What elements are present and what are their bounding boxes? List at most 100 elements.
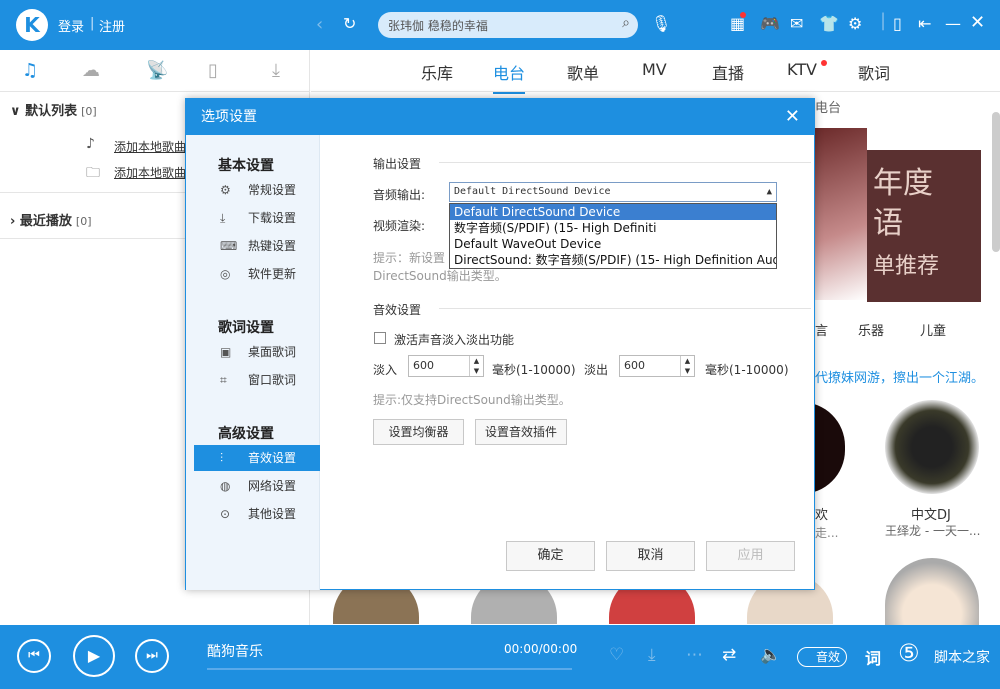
fade-in-spinbox[interactable]: 600 ▲ ▼ [408,355,484,377]
progress-bar[interactable] [207,668,572,670]
download-icon[interactable]: ⤓ [272,60,280,81]
refresh-icon[interactable]: ↻ [343,14,356,33]
sound-effect-button[interactable]: 音效 [797,647,847,667]
search-icon[interactable]: ⌕ [622,15,630,31]
cancel-button[interactable]: 取消 [606,541,695,571]
time-display: 00:00/00:00 [504,642,578,656]
download-icon: ⤓ [220,211,226,225]
category-tag-children[interactable]: 儿童 [920,320,946,339]
chevron-down-icon: ∨ [10,104,21,119]
fade-out-spinbox[interactable]: 600 ▲ ▼ [619,355,695,377]
music-note-icon[interactable]: ♫ [22,60,38,81]
settings-icon[interactable]: ⚙ [848,14,862,33]
dropdown-option[interactable]: Default DirectSound Device [450,204,776,220]
effect-plugin-button[interactable]: 设置音效插件 [475,419,567,445]
mail-icon[interactable]: ✉ [790,14,803,33]
video-render-label: 视频渲染: [373,219,426,233]
radio-cover-chinese-dj[interactable] [885,400,979,494]
settings-content: 输出设置 音频输出: Default DirectSound Device ▲ … [321,135,815,590]
sidebar-item-hotkey[interactable]: ⌨ 热键设置 [194,233,320,259]
group-basic-settings: 基本设置 [218,158,274,174]
audio-output-dropdown-list[interactable]: Default DirectSound Device 数字音频(S/PDIF) … [449,203,777,269]
sidebar-item-sound-effect[interactable]: ⫶ 音效设置 [194,445,320,471]
output-section-title: 输出设置 [373,157,422,171]
category-tag-instrument[interactable]: 乐器 [858,320,884,339]
kugou-logo-icon[interactable]: K [16,9,48,41]
tab-library[interactable]: 乐库 [421,60,453,84]
settings-sidebar: 基本设置 ⚙ 常规设置 ⤓ 下载设置 ⌨ 热键设置 ◎ 软件更新 歌词设置 ▣ 桌面歌词 … [186,135,320,590]
radio-icon[interactable]: 📡 [146,60,168,81]
category-tag-partial[interactable]: 言 [815,320,828,339]
sidebar-item-other[interactable]: ⊙ 其他设置 [194,501,320,527]
group-lyrics-settings: 歌词设置 [218,320,274,336]
mini-mode-icon[interactable]: ▯ [893,14,902,33]
search-input[interactable]: 张玮伽 稳稳的幸福 [388,17,488,34]
left-tabs: ♫ ☁ 📡 ▯ ⤓ [0,50,309,92]
next-icon[interactable]: ⏭ [135,639,169,673]
minimize-icon[interactable]: — [945,14,961,33]
tab-ktv[interactable]: KTV [787,60,817,79]
watermark-logo-icon: ⑤ [898,639,920,667]
heart-icon[interactable]: ♡ [609,645,624,665]
register-link[interactable]: 注册 [99,16,125,35]
login-link[interactable]: 登录 [58,16,84,35]
banner-image-2[interactable]: 年度语单推荐 [867,150,981,302]
equalizer-button[interactable]: 设置均衡器 [373,419,464,445]
dropdown-option[interactable]: 数字音频(S/PDIF) (15- High Definiti [450,220,776,236]
add-local-folder-link[interactable]: 添加本地歌曲 [114,164,186,181]
download-icon[interactable]: ⤓ [648,645,656,665]
tab-lyrics[interactable]: 歌词 [858,60,890,84]
player-bar: ⏮ ▶ ⏭ 酷狗音乐 00:00/00:00 ♡ ⤓ ⋯ ⇄ 🔈 音效 词 ⑤ … [0,625,1000,689]
options-dialog: 选项设置 ✕ 基本设置 ⚙ 常规设置 ⤓ 下载设置 ⌨ 热键设置 ◎ 软件更新 歌词设置… [185,98,815,590]
tab-mv[interactable]: MV [642,60,667,79]
tab-live[interactable]: 直播 [712,60,744,84]
audio-output-select[interactable]: Default DirectSound Device ▲ [449,182,777,202]
sidebar-item-update[interactable]: ◎ 软件更新 [194,261,320,287]
back-icon[interactable]: ‹ [316,14,323,35]
sidebar-item-network[interactable]: ◍ 网络设置 [194,473,320,499]
repeat-icon[interactable]: ⇄ [722,645,736,665]
close-icon[interactable]: ✕ [970,12,985,33]
default-list-header[interactable]: ∨ 默认列表 [0] [10,100,97,119]
divider: | [880,10,887,31]
audio-output-label: 音频输出: [373,188,426,202]
sidebar-item-download[interactable]: ⤓ 下载设置 [194,205,320,231]
banner-image-1[interactable] [815,128,867,300]
fade-in-unit: 毫秒(1-10000) [492,363,576,377]
sidebar-item-desktop-lyrics[interactable]: ▣ 桌面歌词 [194,339,320,365]
collapse-icon[interactable]: ⇤ [918,14,931,33]
dropdown-option[interactable]: Default WaveOut Device [450,236,776,252]
play-icon[interactable]: ▶ [73,635,115,677]
more-icon[interactable]: ⋯ [686,645,703,665]
close-icon[interactable]: ✕ [785,99,800,135]
sidebar-item-window-lyrics[interactable]: ⌗ 窗口歌词 [194,367,320,393]
volume-icon[interactable]: 🔈 [760,645,781,665]
ok-button[interactable]: 确定 [506,541,595,571]
tab-radio[interactable]: 电台 [493,60,526,94]
cloud-icon[interactable]: ☁ [82,60,100,81]
search-box[interactable]: 张玮伽 稳稳的幸福 ⌕ [378,12,638,38]
skin-icon[interactable]: 👕 [819,14,839,33]
fade-checkbox[interactable] [374,332,386,344]
hint-text-1-line2: DirectSound输出类型。 [373,269,507,283]
lyrics-button[interactable]: 词 [865,645,881,669]
recent-play-header[interactable]: › 最近播放 [0] [10,210,92,229]
voice-search-icon[interactable]: 🎙 [651,14,671,33]
add-local-song-link[interactable]: 添加本地歌曲 [114,138,186,155]
game-icon[interactable]: 🎮 [760,14,780,33]
spin-arrows-icon[interactable]: ▲ ▼ [680,356,694,376]
previous-icon[interactable]: ⏮ [17,639,51,673]
scrollbar-thumb[interactable] [992,112,1000,252]
watermark-text: 脚本之家 [934,650,990,666]
sidebar-item-general[interactable]: ⚙ 常规设置 [194,177,320,203]
device-icon[interactable]: ▯ [208,60,218,81]
dropdown-option[interactable]: DirectSound: 数字音频(S/PDIF) (15- High Defi… [450,252,776,268]
tab-playlist[interactable]: 歌单 [567,60,599,84]
promo-text[interactable]: 代撩妹网游，擦出一个江湖。 [815,367,984,386]
apply-button[interactable]: 应用 [706,541,795,571]
spin-arrows-icon[interactable]: ▲ ▼ [469,356,483,376]
radio-name-chinese-dj: 中文DJ [911,508,951,523]
radio-cover-bottom[interactable] [885,558,979,628]
fade-checkbox-label[interactable]: 激活声音淡入淡出功能 [394,331,514,348]
dropdown-arrow-icon: ▲ [766,187,772,197]
